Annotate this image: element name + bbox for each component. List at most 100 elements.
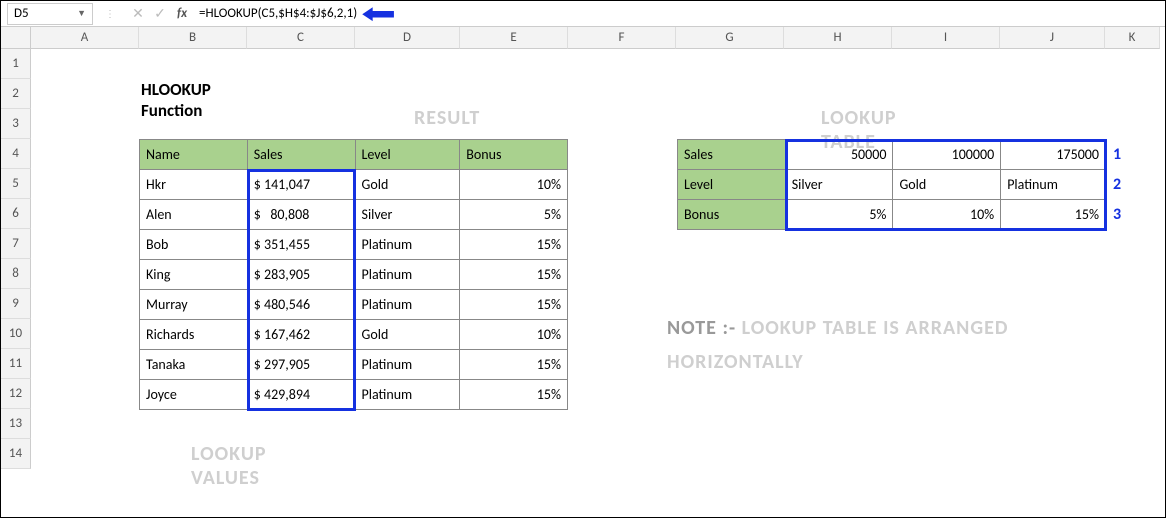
hdr-bonus: Bonus — [460, 140, 568, 170]
cell-sales[interactable]: $ 351,455 — [247, 230, 355, 260]
lookup-cell: Platinum — [1001, 170, 1106, 200]
cell-name[interactable]: King — [140, 260, 248, 290]
anno-result: RESULT — [414, 106, 480, 130]
table-row: Hkr$ 141,047Gold10% — [140, 170, 568, 200]
cell-level[interactable]: Platinum — [355, 290, 460, 320]
hdr-level: Level — [355, 140, 460, 170]
col-header-D[interactable]: D — [355, 27, 460, 49]
lookup-label-level: Level — [678, 170, 786, 200]
column-headers: ABCDEFGHIJK — [31, 27, 1160, 49]
cell-level[interactable]: Gold — [355, 170, 460, 200]
lookup-cell: Gold — [893, 170, 1001, 200]
cell-sales[interactable]: $ 297,905 — [247, 350, 355, 380]
cell-bonus[interactable]: 15% — [460, 260, 568, 290]
cell-name[interactable]: Murray — [140, 290, 248, 320]
cell-bonus[interactable]: 10% — [460, 320, 568, 350]
cell-bonus[interactable]: 15% — [460, 380, 568, 410]
lookup-row-sales: Sales 50000 100000 175000 — [678, 140, 1106, 170]
name-box[interactable]: D5 ▼ — [7, 3, 93, 25]
lookup-cell: 15% — [1001, 200, 1106, 230]
cell-level[interactable]: Platinum — [355, 380, 460, 410]
table-row: Alen$ 80,808Silver5% — [140, 200, 568, 230]
anno-lookup-values: LOOKUP VALUES — [191, 442, 267, 490]
lookup-cell: 50000 — [785, 140, 893, 170]
row-header-12[interactable]: 12 — [1, 379, 31, 409]
cell-bonus[interactable]: 15% — [460, 230, 568, 260]
cell-sales[interactable]: $ 80,808 — [247, 200, 355, 230]
row-header-1[interactable]: 1 — [1, 49, 31, 79]
formula-bar: D5 ▼ ⋮ ✕ ✓ fx =HLOOKUP(C5,$H$4:$J$6,2,1)… — [1, 1, 1165, 27]
cell-name[interactable]: Hkr — [140, 170, 248, 200]
page-title: HLOOKUP Function — [141, 79, 211, 121]
lookup-table: Sales 50000 100000 175000 Level Silver G… — [677, 139, 1106, 230]
cell-sales[interactable]: $ 167,462 — [247, 320, 355, 350]
select-all-corner[interactable] — [1, 27, 31, 49]
cell-bonus[interactable]: 10% — [460, 170, 568, 200]
lookup-label-sales: Sales — [678, 140, 786, 170]
cell-sales[interactable]: $ 480,546 — [247, 290, 355, 320]
lookup-cell: 10% — [893, 200, 1001, 230]
row-header-7[interactable]: 7 — [1, 229, 31, 259]
lookup-cell: 5% — [785, 200, 893, 230]
lookup-cell: 100000 — [893, 140, 1001, 170]
row-headers: 1234567891011121314 — [1, 49, 31, 469]
row-header-2[interactable]: 2 — [1, 79, 31, 109]
row-header-13[interactable]: 13 — [1, 409, 31, 439]
cell-name[interactable]: Richards — [140, 320, 248, 350]
row-tag: 1 — [1113, 145, 1121, 164]
table-row: Bob$ 351,455Platinum15% — [140, 230, 568, 260]
row-header-4[interactable]: 4 — [1, 139, 31, 169]
cell-sales[interactable]: $ 429,894 — [247, 380, 355, 410]
formula-text: =HLOOKUP(C5,$H$4:$J$6,2,1) — [199, 6, 357, 21]
col-header-H[interactable]: H — [784, 27, 892, 49]
cell-level[interactable]: Gold — [355, 320, 460, 350]
cell-name[interactable]: Alen — [140, 200, 248, 230]
note-label: NOTE :- — [667, 316, 736, 340]
col-header-I[interactable]: I — [892, 27, 1000, 49]
enter-icon[interactable]: ✓ — [149, 5, 171, 22]
formula-input[interactable]: =HLOOKUP(C5,$H$4:$J$6,2,1) ⬅ — [193, 6, 1165, 21]
row-header-9[interactable]: 9 — [1, 289, 31, 319]
cell-bonus[interactable]: 5% — [460, 200, 568, 230]
cancel-icon[interactable]: ✕ — [127, 5, 149, 22]
cell-level[interactable]: Silver — [355, 200, 460, 230]
cell-name[interactable]: Tanaka — [140, 350, 248, 380]
lookup-row-bonus: Bonus 5% 10% 15% — [678, 200, 1106, 230]
cell-name[interactable]: Bob — [140, 230, 248, 260]
col-header-F[interactable]: F — [568, 27, 676, 49]
table-row: Murray$ 480,546Platinum15% — [140, 290, 568, 320]
row-header-8[interactable]: 8 — [1, 259, 31, 289]
fx-icon[interactable]: fx — [171, 6, 193, 21]
lookup-cell: Silver — [785, 170, 893, 200]
col-header-K[interactable]: K — [1105, 27, 1160, 49]
table-header-row: Name Sales Level Bonus — [140, 140, 568, 170]
cell-bonus[interactable]: 15% — [460, 350, 568, 380]
note-block: NOTE :- LOOKUP TABLE IS ARRANGED HORIZON… — [667, 311, 1087, 379]
cell-sales[interactable]: $ 283,905 — [247, 260, 355, 290]
cell-level[interactable]: Platinum — [355, 260, 460, 290]
result-table: Name Sales Level Bonus Hkr$ 141,047Gold1… — [139, 139, 568, 410]
row-header-10[interactable]: 10 — [1, 319, 31, 349]
col-header-B[interactable]: B — [139, 27, 247, 49]
cell-level[interactable]: Platinum — [355, 230, 460, 260]
row-header-3[interactable]: 3 — [1, 109, 31, 139]
col-header-E[interactable]: E — [460, 27, 568, 49]
cell-level[interactable]: Platinum — [355, 350, 460, 380]
table-row: Joyce$ 429,894Platinum15% — [140, 380, 568, 410]
col-header-A[interactable]: A — [31, 27, 139, 49]
chevron-down-icon[interactable]: ▼ — [77, 8, 86, 19]
hdr-sales: Sales — [247, 140, 355, 170]
col-header-C[interactable]: C — [247, 27, 355, 49]
row-header-11[interactable]: 11 — [1, 349, 31, 379]
row-header-14[interactable]: 14 — [1, 439, 31, 469]
row-tag: 3 — [1113, 205, 1121, 224]
cell-bonus[interactable]: 15% — [460, 290, 568, 320]
cell-sales[interactable]: $ 141,047 — [247, 170, 355, 200]
col-header-J[interactable]: J — [1000, 27, 1105, 49]
lookup-cell: 175000 — [1001, 140, 1106, 170]
cell-name[interactable]: Joyce — [140, 380, 248, 410]
hdr-name: Name — [140, 140, 248, 170]
col-header-G[interactable]: G — [676, 27, 784, 49]
row-header-6[interactable]: 6 — [1, 199, 31, 229]
row-header-5[interactable]: 5 — [1, 169, 31, 199]
